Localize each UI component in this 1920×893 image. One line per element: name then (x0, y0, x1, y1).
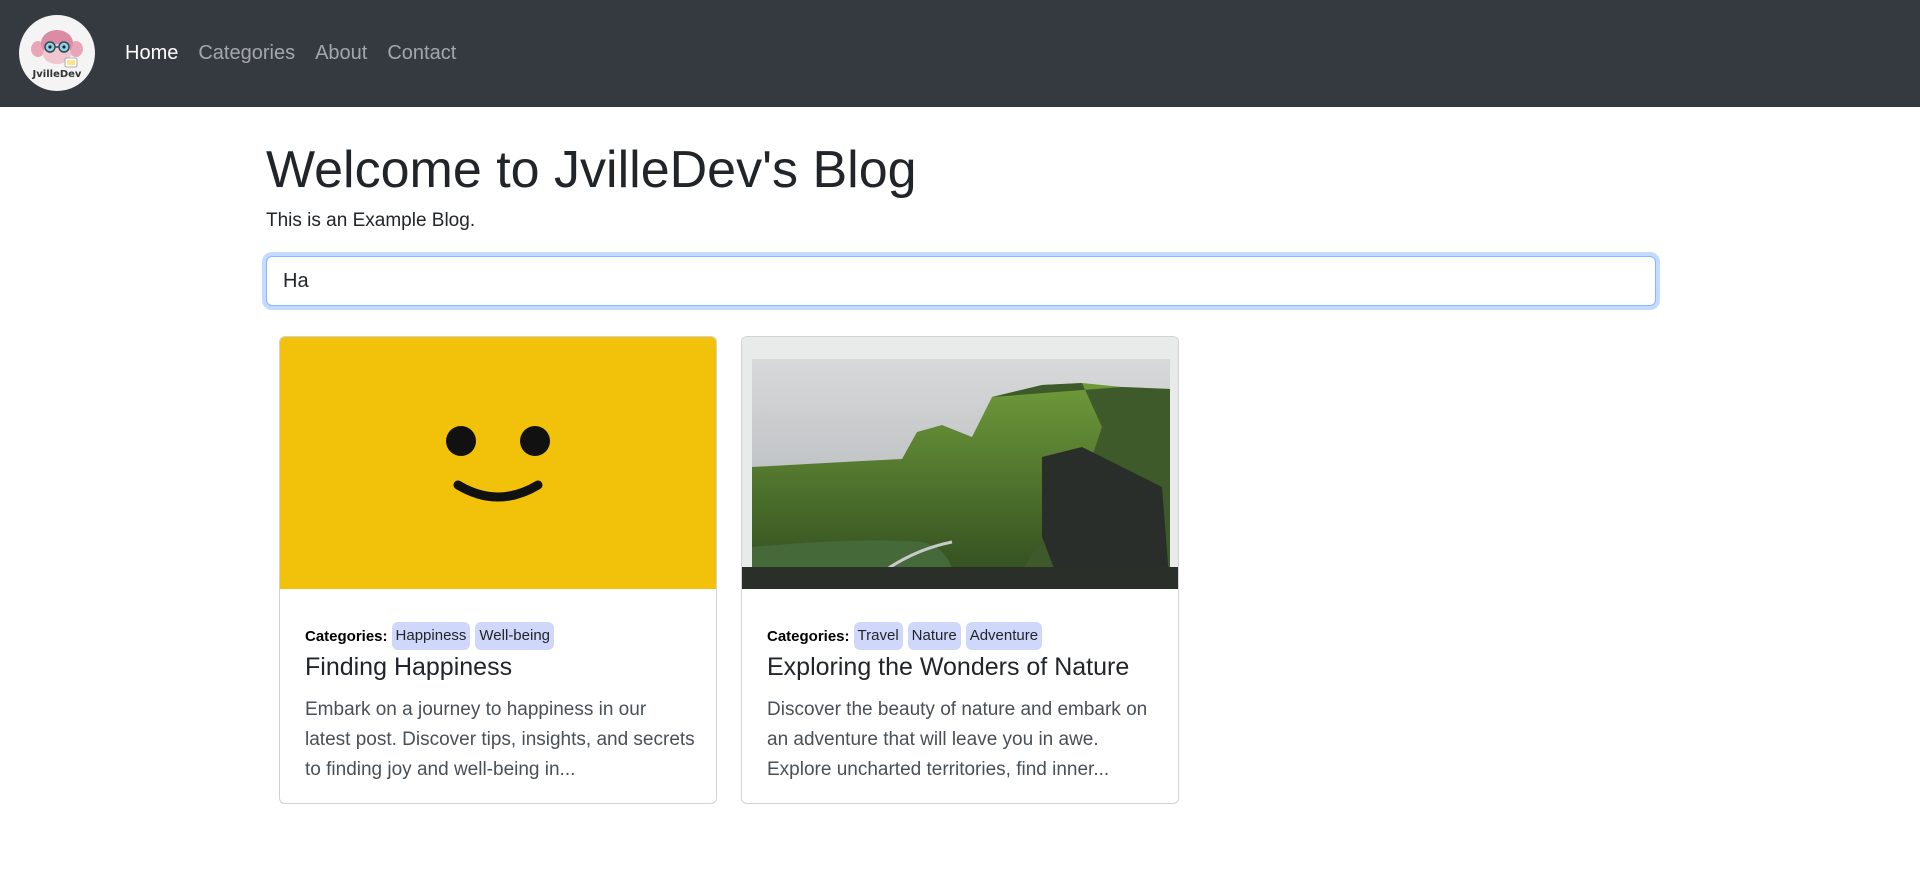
post-card[interactable]: Categories: Travel Nature Adventure Expl… (741, 336, 1179, 804)
post-title[interactable]: Exploring the Wonders of Nature (767, 651, 1157, 683)
smiley-face-image (280, 337, 716, 589)
category-badge[interactable]: Travel (853, 622, 903, 650)
category-row: Categories: Happiness Well-being (305, 621, 695, 651)
logo-text: JvilleDev (32, 69, 82, 80)
post-excerpt: Discover the beauty of nature and embark… (767, 699, 1148, 780)
nav-link-home[interactable]: Home (125, 40, 178, 67)
post-card-body: Categories: Happiness Well-being Finding… (305, 621, 695, 785)
category-badge[interactable]: Well-being (475, 622, 555, 650)
page-title: Welcome to JvilleDev's Blog (266, 141, 917, 199)
page-subtitle: This is an Example Blog. (266, 210, 476, 231)
search-input[interactable] (266, 256, 1656, 306)
category-badge[interactable]: Nature (907, 622, 961, 650)
category-row: Categories: Travel Nature Adventure (767, 621, 1157, 651)
post-card-body: Categories: Travel Nature Adventure Expl… (767, 621, 1157, 785)
nav-link-contact[interactable]: Contact (387, 40, 456, 67)
post-card[interactable]: Categories: Happiness Well-being Finding… (279, 336, 717, 804)
mountain-landscape-image (742, 337, 1178, 589)
navbar: JvilleDev Home Categories About Contact (0, 0, 1920, 107)
categories-label: Categories: (767, 627, 850, 645)
site-logo[interactable]: JvilleDev (19, 15, 95, 91)
category-badge[interactable]: Happiness (391, 622, 471, 650)
category-badge[interactable]: Adventure (965, 622, 1043, 650)
post-title[interactable]: Finding Happiness (305, 651, 695, 683)
main-content: Welcome to JvilleDev's Blog This is an E… (266, 107, 1656, 306)
nav-link-categories[interactable]: Categories (198, 40, 295, 67)
nav-links: Home Categories About Contact (125, 40, 476, 67)
nav-link-about[interactable]: About (315, 40, 367, 67)
post-excerpt: Embark on a journey to happiness in our … (305, 699, 695, 780)
categories-label: Categories: (305, 627, 388, 645)
monkey-mascot-icon (31, 30, 83, 68)
